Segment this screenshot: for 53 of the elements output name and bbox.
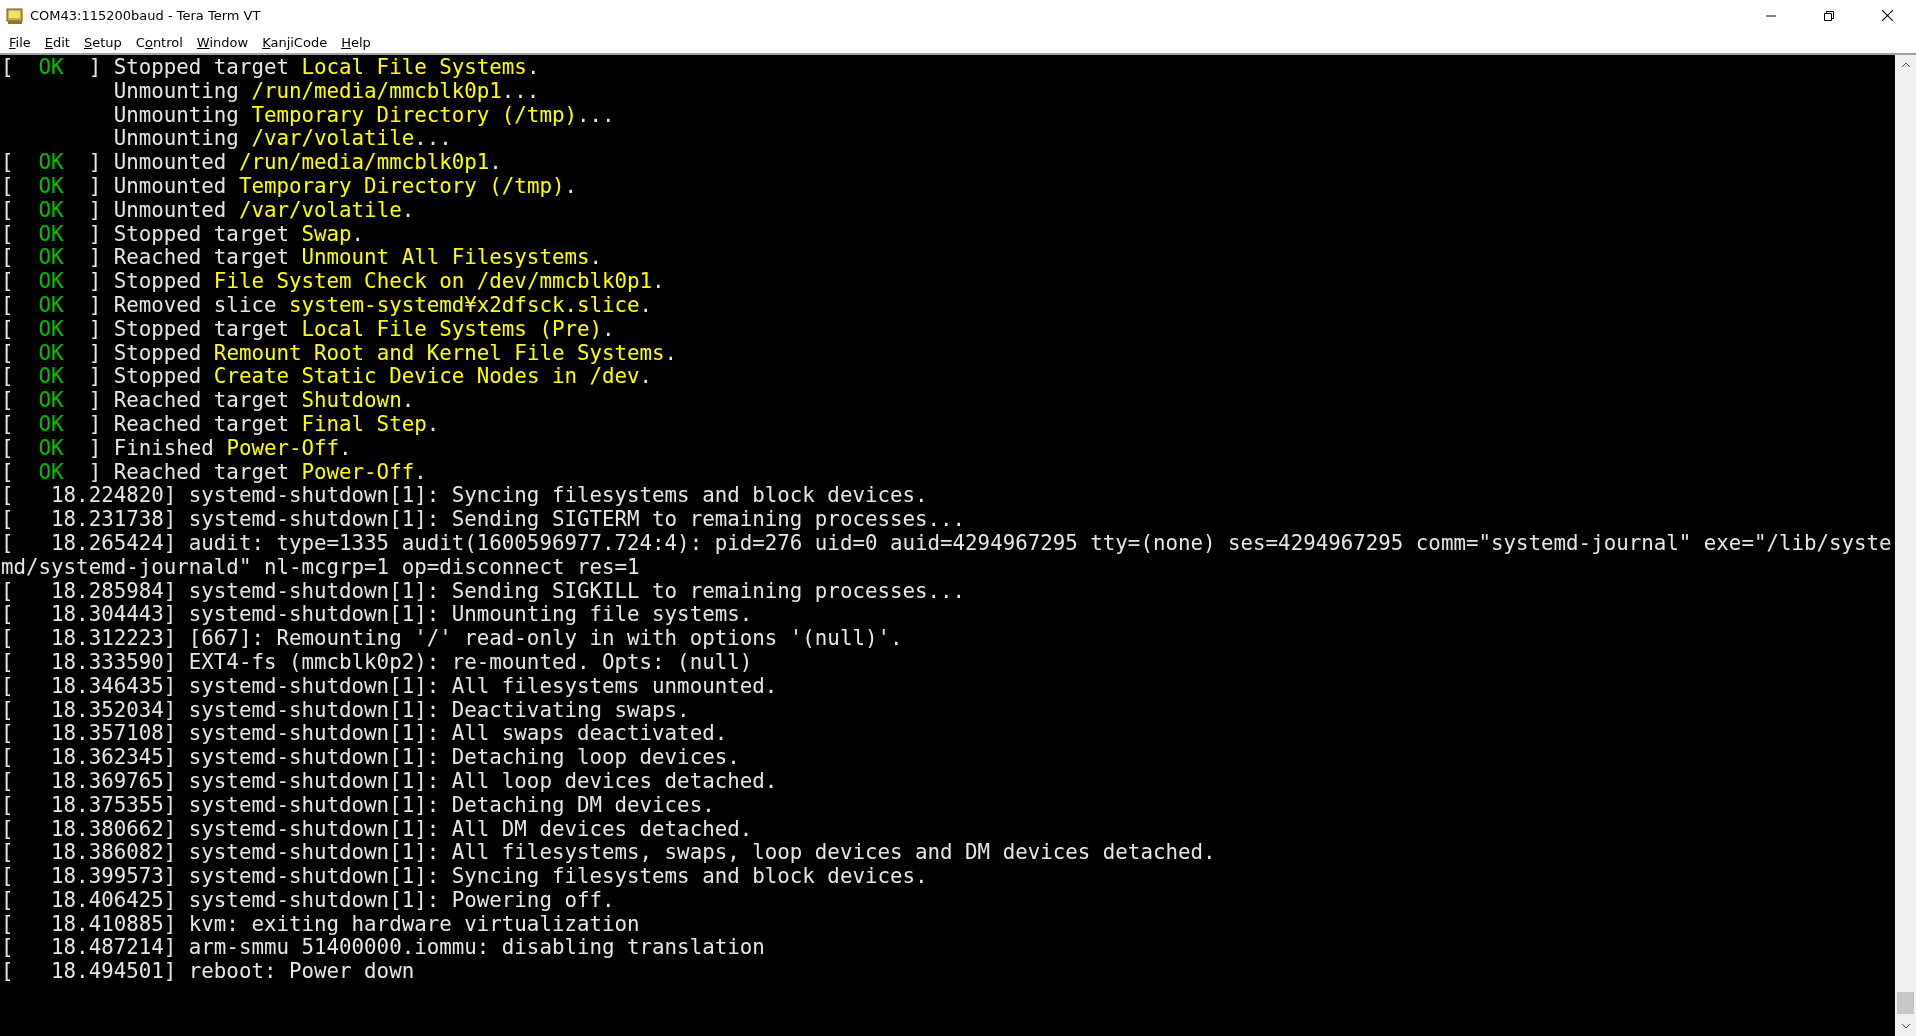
console-line: [ OK ] Finished Power-Off. [1,436,353,461]
app-icon [6,6,24,25]
console-line: [ 18.346435] systemd-shutdown[1]: All filesystems unmounted. [1,674,779,699]
console-line: [ 18.362345] systemd-shutdown[1]: Detaching loop devices. [1,746,741,770]
console-line: [ 18.386082] systemd-shutdown[1]: All filesystems, swaps, loop devices and DM devices detached. [1,841,1217,866]
menu-item[interactable]: Window [189,32,256,52]
menu-item[interactable]: Control [128,32,190,52]
console-line: [ 18.487214] arm-smmu 51400000.iommu: disabling translation [1,936,766,961]
console-line: [ 18.231738] systemd-shutdown[1]: Sending SIGTERM to remaining processes... [1,508,967,532]
console-line: [ OK ] Stopped File System Check on /dev/mmcblk0p1. [1,270,666,294]
console-line: Unmounting Temporary Directory (/tmp)... [112,103,616,128]
console-line: [ OK ] Stopped Remount Root and Kernel File Systems. [1,341,679,366]
console-line: [ OK ] Stopped target Local File Systems. [1,56,541,80]
console-line: [ OK ] Unmounted /run/media/mmcblk0p1. [1,151,503,175]
scroll-thumb[interactable] [1897,992,1914,1014]
console-line: [ OK ] Unmounted Temporary Directory (/tmp). [1,175,578,199]
console-line: [ 18.380662] systemd-shutdown[1]: All DM devices detached. [1,817,754,842]
restore-icon [1823,9,1835,22]
console-line: [ OK ] Unmounted /var/volatile. [1,198,416,223]
console-line: [ OK ] Stopped target Local File Systems (Pre). [1,317,616,342]
scroll-up-icon[interactable] [1900,62,1911,68]
console-line: [ OK ] Reached target Unmount All Filesystems. [1,246,603,271]
console-line: [ 18.494501] reboot: Power down [1,960,416,985]
console-line: [ 18.352034] systemd-shutdown[1]: Deactivating swaps. [1,698,691,723]
console-line: [ OK ] Reached target Final Step. [1,412,441,437]
console-line: [ OK ] Reached target Power-Off. [1,460,428,485]
close-icon [1880,9,1894,22]
console-line: Unmounting /var/volatile... [112,127,453,152]
console-line: [ 18.406425] systemd-shutdown[1]: Powering off. [1,888,616,913]
scroll-down-icon[interactable] [1900,1023,1911,1029]
console-line: [ 18.285984] systemd-shutdown[1]: Sending SIGKILL to remaining processes... [1,579,967,604]
console-line: [ 18.375355] systemd-shutdown[1]: Detaching DM devices. [1,793,716,818]
console-line: [ 18.357108] systemd-shutdown[1]: All swaps deactivated. [1,722,729,747]
menu-item[interactable]: Edit [37,32,77,52]
console-line: [ 18.224820] systemd-shutdown[1]: Syncing filesystems and block devices. [1,484,929,509]
console-line: [ 18.410885] kvm: exiting hardware virtualization [1,912,641,937]
menu-item[interactable]: File [2,32,38,52]
console-line: [ 18.312223] [667]: Remounting '/' read-only in with options '(null)'. [1,627,904,651]
console-line: [ OK ] Reached target Shutdown. [1,389,416,413]
scrollbar[interactable] [1895,55,1916,1036]
menu-item[interactable]: Setup [76,32,129,52]
console-line: [ 18.399573] systemd-shutdown[1]: Syncing filesystems and block devices. [1,865,929,889]
menu-item[interactable]: KanjiCode [255,32,335,52]
menu-item[interactable]: Help [334,32,378,52]
console-line: [ 18.333590] EXT4-fs (mmcblk0p2): re-mounted. Opts: (null) [1,650,754,675]
console-line: [ 18.265424] audit: type=1335 audit(1600596977.724:4): pid=276 uid=0 auid=4294967295 tty=(none) ses=4294967295 comm="systemd-journal" exe="/lib/systemd/systemd-journald" nl-mcgrp=1 op=disconnect res=1 [1,531,1892,580]
console-line: Unmounting /run/media/mmcblk0p1... [112,79,541,104]
console-line: [ OK ] Stopped Create Static Device Nodes in /dev. [1,365,654,390]
window-title: COM43:115200baud - Tera Term VT [30,8,261,23]
console-line: [ OK ] Removed slice system-systemd¥x2dfsck.slice. [1,293,654,318]
console-line: [ 18.369765] systemd-shutdown[1]: All loop devices detached. [1,769,779,794]
console-line: [ OK ] Stopped target Swap. [1,222,366,247]
console-line: [ 18.304443] systemd-shutdown[1]: Unmounting file systems. [1,603,754,628]
